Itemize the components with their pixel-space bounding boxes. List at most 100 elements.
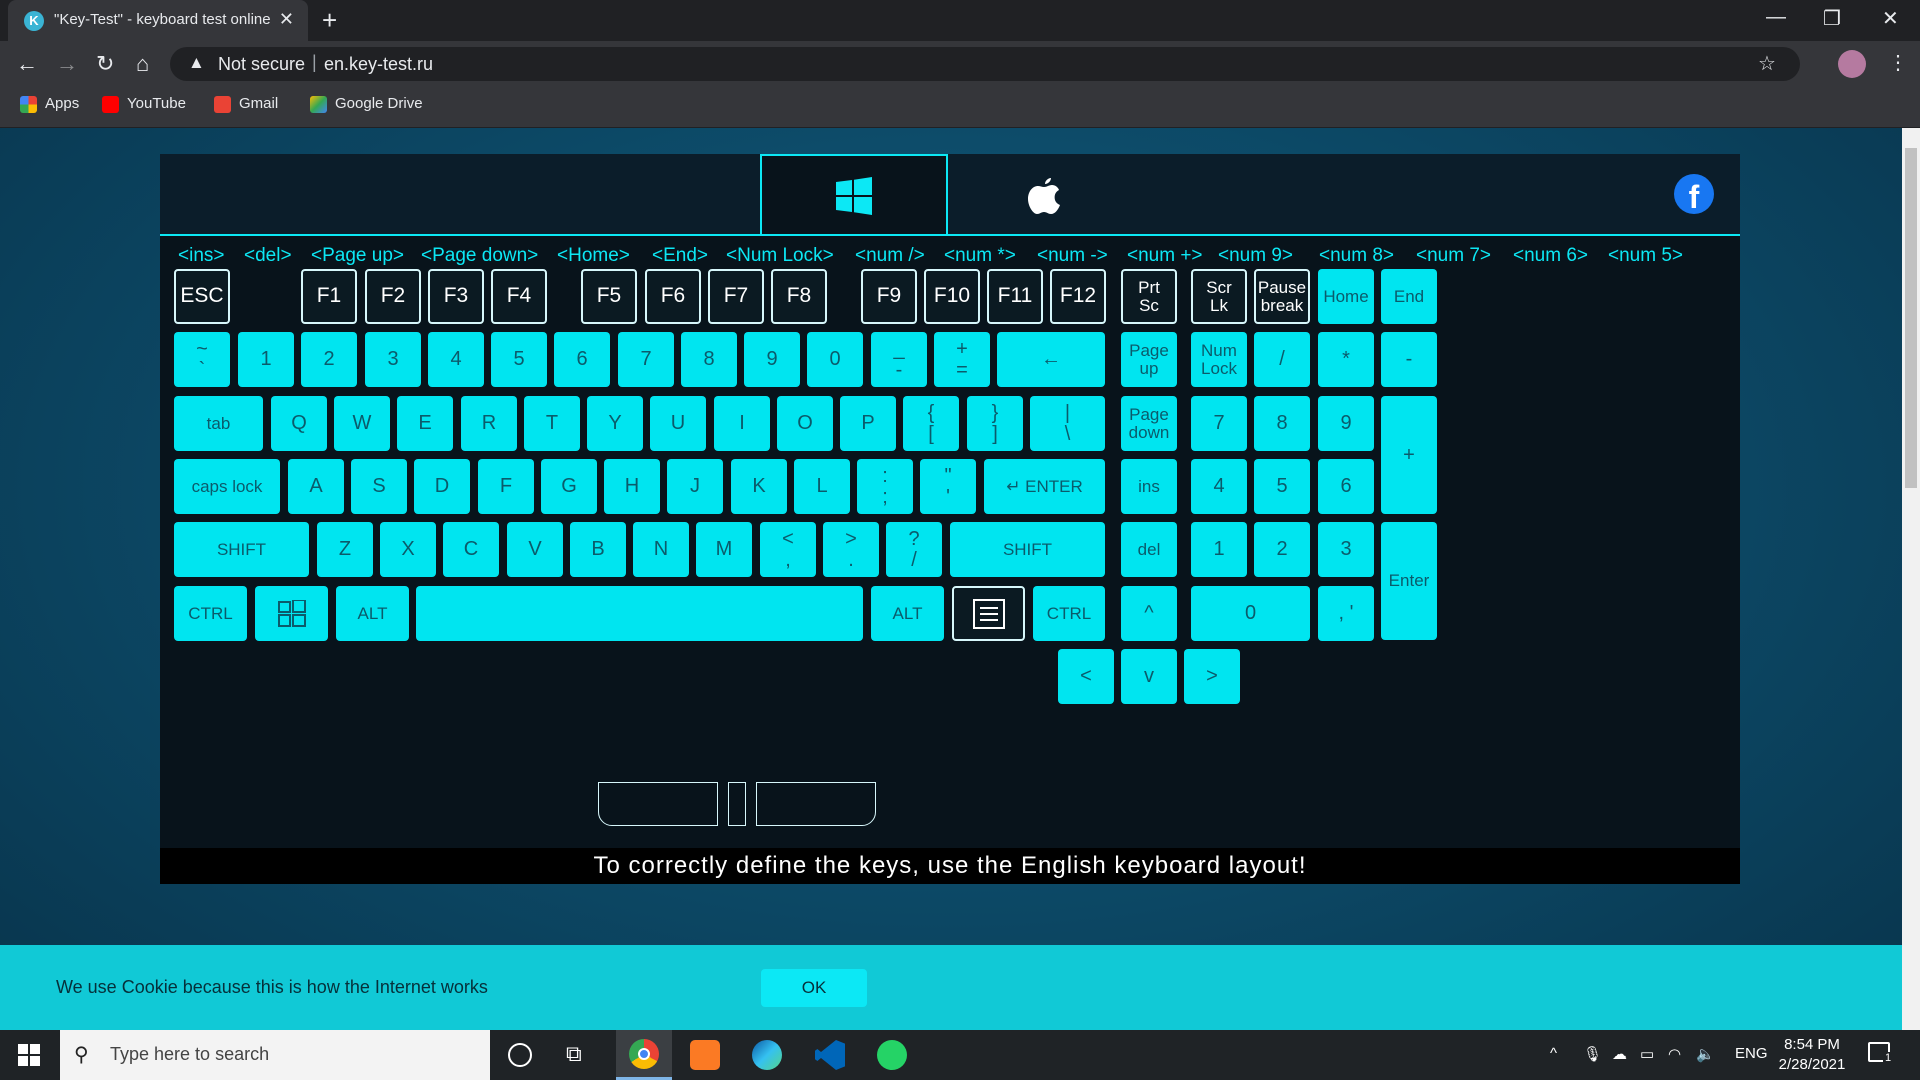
browser-tab[interactable]: K "Key-Test" - keyboard test online ✕ xyxy=(8,0,308,41)
notifications-icon[interactable]: 1 xyxy=(1868,1042,1894,1064)
vscode-icon[interactable] xyxy=(815,1040,845,1070)
separator: | xyxy=(312,52,317,72)
facebook-icon[interactable]: f xyxy=(1674,174,1714,215)
a-key: A xyxy=(288,459,344,514)
period-key: > . xyxy=(823,522,879,577)
windows-logo-icon xyxy=(836,177,872,215)
bookmark-google-drive[interactable]: Google Drive xyxy=(310,95,423,113)
new-tab-button[interactable]: + xyxy=(322,5,337,36)
context-menu-key xyxy=(952,586,1025,641)
numpad-0-key: 0 xyxy=(1191,586,1310,641)
bslash-key: | \ xyxy=(1030,396,1105,451)
whatsapp-icon[interactable] xyxy=(877,1040,907,1070)
restore-icon[interactable]: ❐ xyxy=(1823,6,1841,31)
edge-icon[interactable] xyxy=(752,1040,782,1070)
key-name-label: <Page up> xyxy=(311,245,404,266)
start-windows-icon[interactable] xyxy=(18,1044,40,1066)
battery-icon[interactable]: ▭ xyxy=(1640,1045,1654,1063)
cookie-text: We use Cookie because this is how the In… xyxy=(56,977,488,997)
pagedown-key: Page down xyxy=(1121,396,1177,451)
rbr-key: } ] xyxy=(967,396,1023,451)
tilde-key: ~ ` xyxy=(174,332,230,387)
minus-key: _ - xyxy=(871,332,927,387)
numpad-2-key: 2 xyxy=(1254,522,1310,577)
pageup-key: Page up xyxy=(1121,332,1177,387)
volume-icon[interactable]: 🔈 xyxy=(1696,1045,1715,1063)
site-favicon: K xyxy=(24,11,44,31)
microphone-icon[interactable]: 🎙 xyxy=(1583,1045,1602,1063)
close-tab-icon[interactable]: ✕ xyxy=(279,9,294,30)
bookmark-youtube[interactable]: YouTube xyxy=(102,95,186,113)
n9-key: 9 xyxy=(744,332,800,387)
numpad-slash-key: / xyxy=(1254,332,1310,387)
close-window-icon[interactable]: ✕ xyxy=(1882,6,1899,31)
cortana-icon[interactable] xyxy=(508,1043,532,1067)
reload-icon[interactable]: ↻ xyxy=(96,51,114,77)
bookmarks-bar: Apps YouTube Gmail Google Drive xyxy=(0,87,1920,128)
menu-key-icon xyxy=(972,598,1005,629)
arrow-up-key: ^ xyxy=(1121,586,1177,641)
xampp-icon[interactable] xyxy=(690,1040,720,1070)
taskbar-search[interactable]: ⚲ Type here to search xyxy=(60,1030,490,1080)
home-icon[interactable]: ⌂ xyxy=(136,51,149,77)
f10-key: F10 xyxy=(924,269,980,324)
bookmark-gmail[interactable]: Gmail xyxy=(214,95,278,113)
f1-key: F1 xyxy=(301,269,357,324)
gmail-icon xyxy=(214,95,231,113)
star-icon[interactable]: ☆ xyxy=(1758,51,1776,76)
forward-icon[interactable]: → xyxy=(56,51,78,77)
language-indicator[interactable]: ENG xyxy=(1735,1045,1768,1062)
caps-lock-key: caps lock xyxy=(174,459,280,514)
clock-date: 2/28/2021 xyxy=(1778,1056,1846,1073)
p-key: P xyxy=(840,396,896,451)
cookie-banner: We use Cookie because this is how the In… xyxy=(0,945,1902,1030)
i-key: I xyxy=(714,396,770,451)
n0-key: 0 xyxy=(807,332,863,387)
s-key: S xyxy=(351,459,407,514)
omnibox[interactable]: ▲ Not secure | en.key-test.ru ☆ xyxy=(170,47,1800,81)
chevron-up-icon[interactable]: ^ xyxy=(1550,1045,1557,1062)
j-key: J xyxy=(667,459,723,514)
plus-key: + = xyxy=(934,332,990,387)
cookie-ok-button[interactable]: OK xyxy=(761,969,867,1007)
onedrive-icon[interactable]: ☁ xyxy=(1612,1045,1627,1063)
tab-apple[interactable] xyxy=(950,154,1138,234)
z-key: Z xyxy=(317,522,373,577)
avatar[interactable] xyxy=(1838,50,1866,78)
layout-notice: To correctly define the keys, use the En… xyxy=(160,848,1740,884)
numpad-3-key: 3 xyxy=(1318,522,1374,577)
numpad-minus-key: - xyxy=(1381,332,1437,387)
numpad-9-key: 9 xyxy=(1318,396,1374,451)
numpad-dot-key: , ' xyxy=(1318,586,1374,641)
bookmark-apps[interactable]: Apps xyxy=(20,95,79,113)
spacebar-key xyxy=(416,586,863,641)
task-view-icon[interactable]: ⧉ xyxy=(566,1041,582,1067)
taskbar-chrome-active[interactable] xyxy=(616,1030,672,1080)
clock[interactable]: 8:54 PM 2/28/2021 xyxy=(1778,1036,1846,1073)
minimize-icon[interactable]: — xyxy=(1766,6,1786,29)
menu-kebab-icon[interactable]: ⋮ xyxy=(1888,50,1908,75)
tab-strip: K "Key-Test" - keyboard test online ✕ + … xyxy=(0,0,1920,41)
numpad-star-key: * xyxy=(1318,332,1374,387)
r-key: R xyxy=(461,396,517,451)
n4-key: 4 xyxy=(428,332,484,387)
scrlk-key: Scr Lk xyxy=(1191,269,1247,324)
tab-windows[interactable] xyxy=(760,154,948,234)
n2-key: 2 xyxy=(301,332,357,387)
scrollbar-thumb[interactable] xyxy=(1905,148,1917,488)
key-name-label: <num +> xyxy=(1127,245,1203,266)
del-key: del xyxy=(1121,522,1177,577)
apple-logo-icon xyxy=(1028,178,1060,214)
w-key: W xyxy=(334,396,390,451)
n5-key: 5 xyxy=(491,332,547,387)
scrollbar[interactable] xyxy=(1902,128,1920,1030)
mouse-indicator xyxy=(598,782,888,828)
numpad-5-key: 5 xyxy=(1254,459,1310,514)
back-icon[interactable]: ← xyxy=(16,51,38,77)
key-name-label: <num 6> xyxy=(1513,245,1588,266)
left-shift-key: SHIFT xyxy=(174,522,309,577)
q-key: Q xyxy=(271,396,327,451)
search-icon: ⚲ xyxy=(74,1044,89,1066)
clock-time: 8:54 PM xyxy=(1784,1036,1840,1053)
wifi-icon[interactable]: ◠ xyxy=(1668,1045,1681,1063)
